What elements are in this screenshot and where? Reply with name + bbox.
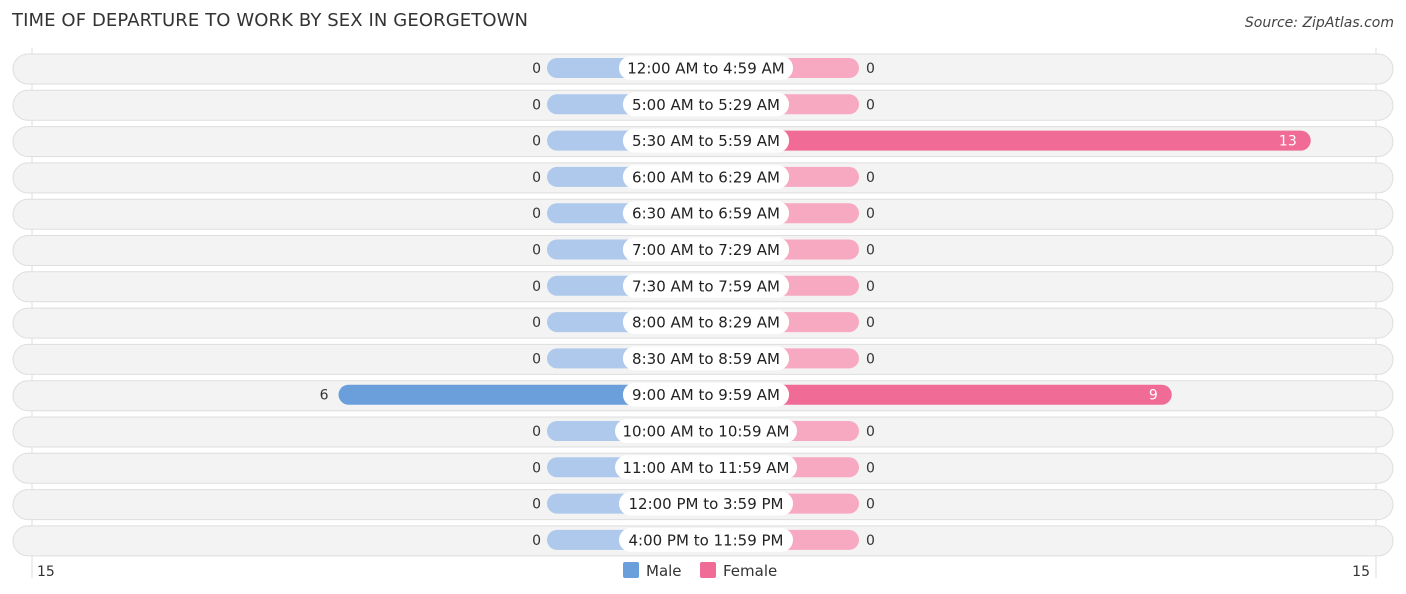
category-label: 6:30 AM to 6:59 AM: [632, 205, 780, 223]
axis-tick-right: 15: [1352, 564, 1370, 580]
category-label: 6:00 AM to 6:29 AM: [632, 168, 780, 186]
male-value-label: 0: [532, 315, 541, 331]
female-value-label: 9: [1149, 388, 1158, 404]
category-label: 4:00 PM to 11:59 PM: [628, 531, 783, 549]
legend-swatch-female: [700, 562, 716, 578]
female-value-label: 0: [866, 497, 875, 513]
category-label: 7:30 AM to 7:59 AM: [632, 277, 780, 295]
female-value-label: 0: [866, 206, 875, 222]
female-value-label: 0: [866, 424, 875, 440]
male-value-label: 0: [532, 97, 541, 113]
female-value-label: 13: [1279, 134, 1297, 150]
category-label: 9:00 AM to 9:59 AM: [632, 386, 780, 404]
male-value-label: 0: [532, 533, 541, 549]
category-label: 7:00 AM to 7:29 AM: [632, 241, 780, 259]
male-value-label: 0: [532, 460, 541, 476]
female-value-label: 0: [866, 170, 875, 186]
category-label: 5:00 AM to 5:29 AM: [632, 96, 780, 114]
category-label: 8:00 AM to 8:29 AM: [632, 314, 780, 332]
male-value-label: 0: [532, 497, 541, 513]
legend-label-female: Female: [723, 562, 777, 580]
male-value-label: 0: [532, 424, 541, 440]
male-value-label: 0: [532, 206, 541, 222]
category-label: 10:00 AM to 10:59 AM: [623, 423, 790, 441]
legend-swatch-male: [623, 562, 639, 578]
male-value-label: 0: [532, 170, 541, 186]
female-value-label: 0: [866, 315, 875, 331]
male-value-label: 0: [532, 279, 541, 295]
male-value-label: 6: [320, 388, 329, 404]
category-label: 8:30 AM to 8:59 AM: [632, 350, 780, 368]
female-bar: [703, 130, 1311, 151]
female-value-label: 0: [866, 533, 875, 549]
axis-tick-left: 15: [37, 564, 55, 580]
male-value-label: 0: [532, 351, 541, 367]
category-label: 12:00 PM to 3:59 PM: [628, 495, 783, 513]
male-value-label: 0: [532, 134, 541, 150]
legend-label-male: Male: [646, 562, 682, 580]
male-value-label: 0: [532, 61, 541, 77]
chart-svg: 12:00 AM to 4:59 AM 0 0 5:00 AM to 5:29 AM 0…: [12, 48, 1394, 580]
category-label: 11:00 AM to 11:59 AM: [623, 459, 790, 477]
female-value-label: 0: [866, 460, 875, 476]
female-value-label: 0: [866, 279, 875, 295]
female-value-label: 0: [866, 97, 875, 113]
female-value-label: 0: [866, 351, 875, 367]
female-value-label: 0: [866, 243, 875, 259]
male-value-label: 0: [532, 243, 541, 259]
category-label: 12:00 AM to 4:59 AM: [627, 60, 784, 78]
category-label: 5:30 AM to 5:59 AM: [632, 132, 780, 150]
female-value-label: 0: [866, 61, 875, 77]
